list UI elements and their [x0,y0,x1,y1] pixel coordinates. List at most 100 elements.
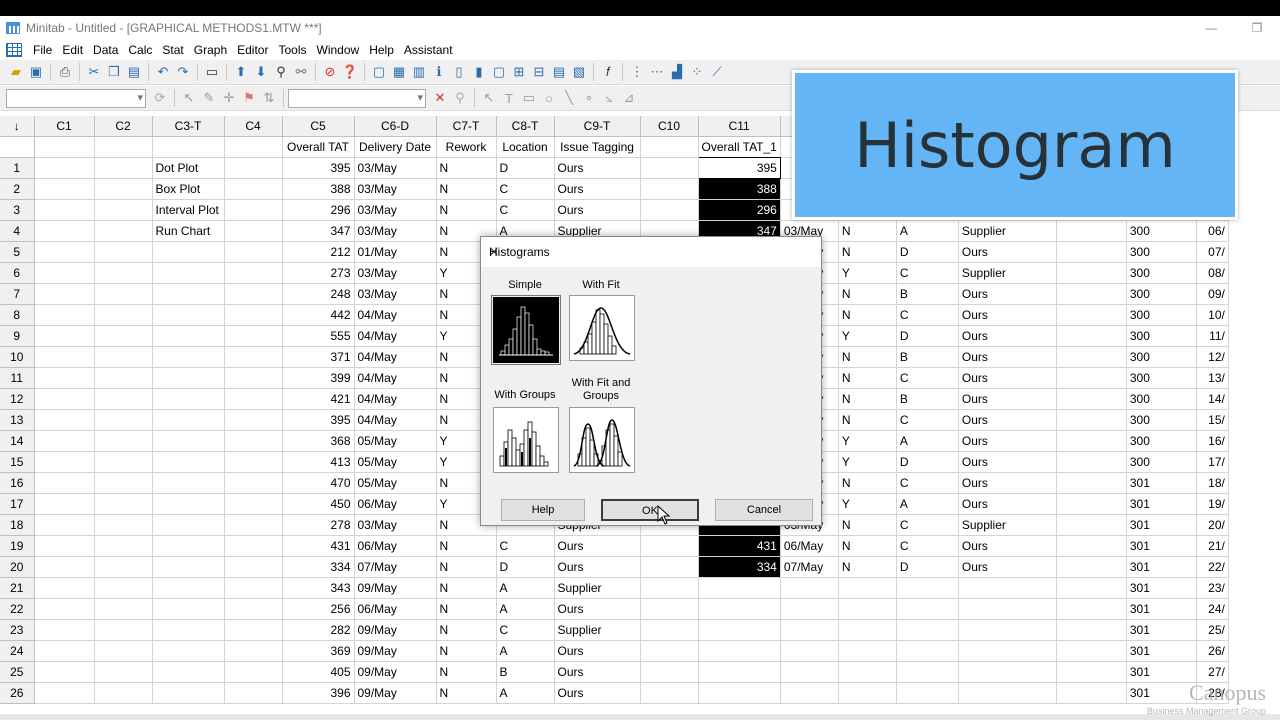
row-number[interactable]: 11 [0,367,35,389]
table-cell[interactable] [152,535,225,557]
help-icon[interactable]: ❓ [341,63,359,81]
table-cell[interactable]: N [436,682,497,704]
table-cell[interactable]: Ours [554,640,641,662]
table-cell[interactable] [152,346,225,368]
table-cell[interactable] [780,598,839,620]
table-cell[interactable] [1056,262,1127,284]
table-cell[interactable] [34,598,95,620]
help-button[interactable]: Help [501,499,585,521]
table-cell[interactable]: 421 [282,388,355,410]
table-cell[interactable] [224,430,283,452]
table-cell[interactable]: N [436,535,497,557]
table-cell[interactable]: C [496,535,555,557]
table-cell[interactable] [152,619,225,641]
table-cell[interactable] [698,640,781,662]
table-cell[interactable]: 05/May [354,430,437,452]
column-header[interactable]: C7-T [436,116,497,137]
table-cell[interactable]: 300 [1126,367,1197,389]
table-cell[interactable] [1056,682,1127,704]
brush-icon[interactable]: ✎ [200,89,218,107]
table-cell[interactable] [224,598,283,620]
column-name-cell[interactable] [34,136,95,158]
row-number[interactable]: 1 [0,157,35,179]
project-icon[interactable]: ▢ [490,63,508,81]
table-cell[interactable]: B [896,346,959,368]
table-cell[interactable]: C [496,178,555,200]
table-cell[interactable] [94,178,153,200]
table-cell[interactable]: A [896,493,959,515]
table-cell[interactable]: N [436,157,497,179]
table-cell[interactable]: 03/May [354,220,437,242]
table-cell[interactable]: 300 [1126,388,1197,410]
table-cell[interactable]: 300 [1126,283,1197,305]
row-number[interactable]: 13 [0,409,35,431]
table-cell[interactable] [94,535,153,557]
menu-window[interactable]: Window [312,40,365,60]
table-cell[interactable]: 301 [1126,514,1197,536]
table-cell[interactable]: N [436,556,497,578]
selected-cell[interactable]: 334 [698,556,781,578]
rectangle-icon[interactable]: ▭ [520,89,538,107]
table-cell[interactable]: C [896,514,959,536]
table-cell[interactable]: 15/ [1196,409,1229,431]
table-icon[interactable]: ⊟ [530,63,548,81]
column-header[interactable]: C10 [640,116,699,137]
selected-cell[interactable]: 296 [698,199,781,221]
select-tool-icon[interactable]: ↖ [180,89,198,107]
column-name-cell[interactable] [640,136,699,158]
table-cell[interactable]: 18/ [1196,472,1229,494]
table-cell[interactable]: Y [838,451,897,473]
table-cell[interactable]: Ours [554,178,641,200]
table-cell[interactable]: N [838,388,897,410]
column-header[interactable]: C9-T [554,116,641,137]
table-cell[interactable] [224,451,283,473]
table-cell[interactable]: Ours [958,493,1057,515]
table-cell[interactable] [152,472,225,494]
table-cell[interactable] [224,661,283,683]
table-cell[interactable]: 23/ [1196,577,1229,599]
column-name-cell[interactable] [152,136,225,158]
table-cell[interactable] [94,472,153,494]
restore-button[interactable]: ❐ [1234,16,1280,40]
table-cell[interactable]: 273 [282,262,355,284]
table-cell[interactable] [698,577,781,599]
table-cell[interactable] [152,661,225,683]
table-cell[interactable] [958,640,1057,662]
table-cell[interactable]: N [838,220,897,242]
table-cell[interactable] [224,283,283,305]
table-cell[interactable]: 03/May [354,199,437,221]
cut-icon[interactable]: ✂ [85,63,103,81]
table-cell[interactable] [152,388,225,410]
table-cell[interactable] [224,472,283,494]
table-cell[interactable] [224,199,283,221]
table-cell[interactable] [152,577,225,599]
table-cell[interactable] [152,493,225,515]
row-number[interactable]: 14 [0,430,35,452]
row-number[interactable]: 9 [0,325,35,347]
table-cell[interactable]: 10/ [1196,304,1229,326]
table-cell[interactable]: 300 [1126,241,1197,263]
table-cell[interactable]: D [496,556,555,578]
table-cell[interactable] [94,367,153,389]
table-cell[interactable] [34,514,95,536]
row-number[interactable]: 26 [0,682,35,704]
menu-assistant[interactable]: Assistant [399,40,458,60]
row-number[interactable]: 12 [0,388,35,410]
table-cell[interactable]: A [896,430,959,452]
tree-icon[interactable]: ⊞ [510,63,528,81]
cancel-button[interactable]: Cancel [715,499,813,521]
table-cell[interactable] [152,451,225,473]
table-cell[interactable]: Supplier [958,262,1057,284]
row-number[interactable]: 16 [0,472,35,494]
table-cell[interactable] [94,493,153,515]
table-cell[interactable]: 368 [282,430,355,452]
table-cell[interactable]: 16/ [1196,430,1229,452]
info-icon[interactable]: ℹ [430,63,448,81]
table-cell[interactable] [152,682,225,704]
table-cell[interactable]: 01/May [354,241,437,263]
table-cell[interactable]: Ours [554,535,641,557]
undo-icon[interactable]: ↶ [154,63,172,81]
table-cell[interactable]: 20/ [1196,514,1229,536]
table-cell[interactable]: N [436,598,497,620]
table-cell[interactable]: 282 [282,619,355,641]
